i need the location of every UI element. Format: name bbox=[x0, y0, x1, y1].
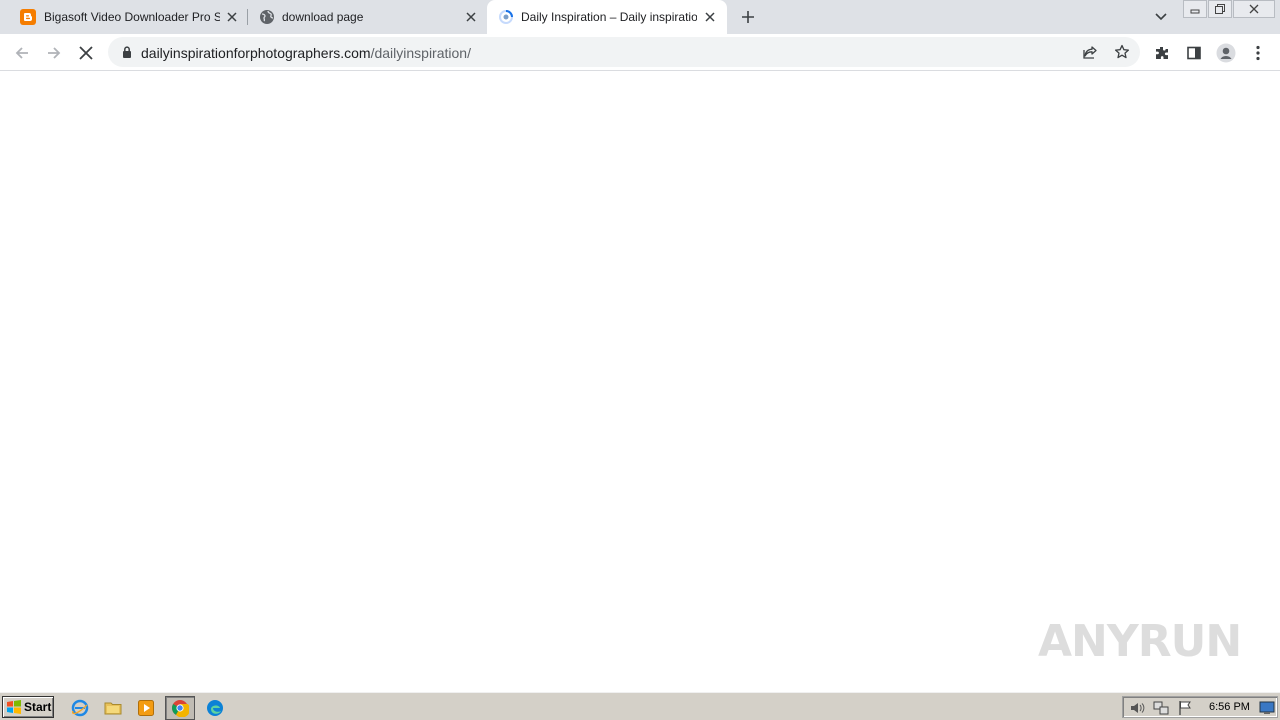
lock-icon[interactable] bbox=[120, 45, 134, 59]
chrome-taskbar-button[interactable] bbox=[165, 696, 195, 720]
tab-download-page[interactable]: download page bbox=[248, 0, 484, 34]
show-desktop-icon[interactable] bbox=[1259, 700, 1275, 716]
loading-icon bbox=[498, 9, 514, 25]
bookmark-star-icon[interactable] bbox=[1113, 43, 1131, 61]
close-icon[interactable] bbox=[702, 9, 718, 25]
new-tab-button[interactable] bbox=[738, 7, 758, 27]
stop-loading-button[interactable] bbox=[74, 41, 98, 65]
share-icon[interactable] bbox=[1081, 43, 1099, 61]
edge-icon[interactable] bbox=[204, 697, 226, 719]
start-label: Start bbox=[24, 700, 52, 714]
tab-title: Bigasoft Video Downloader Pro Serial bbox=[44, 10, 220, 24]
tab-bigasoft[interactable]: Bigasoft Video Downloader Pro Serial bbox=[8, 0, 244, 34]
page-content bbox=[0, 72, 1280, 692]
tab-strip: Bigasoft Video Downloader Pro Serial dow… bbox=[0, 0, 1280, 34]
internet-explorer-icon[interactable] bbox=[69, 697, 91, 719]
windows-flag-icon bbox=[7, 700, 21, 714]
clock[interactable]: 6:56 PM bbox=[1209, 701, 1250, 713]
anyrun-watermark: ANY RUN bbox=[1038, 610, 1242, 672]
browser-toolbar: dailyinspirationforphotographers.com/dai… bbox=[0, 34, 1280, 71]
url-path: /dailyinspiration/ bbox=[370, 45, 471, 61]
profile-avatar-icon[interactable] bbox=[1214, 41, 1238, 65]
network-icon[interactable] bbox=[1153, 700, 1169, 716]
system-tray: 6:56 PM bbox=[1122, 696, 1278, 718]
watermark-right-text: RUN bbox=[1137, 615, 1242, 667]
tab-title: Daily Inspiration – Daily inspiration bbox=[521, 10, 697, 24]
menu-kebab-icon[interactable] bbox=[1246, 41, 1270, 65]
volume-icon[interactable] bbox=[1129, 700, 1145, 716]
blogger-icon bbox=[20, 9, 36, 25]
watermark-left-text: ANY bbox=[1038, 615, 1139, 667]
start-button[interactable]: Start bbox=[2, 696, 54, 718]
extensions-icon[interactable] bbox=[1150, 41, 1174, 65]
forward-button[interactable] bbox=[42, 41, 66, 65]
address-bar[interactable]: dailyinspirationforphotographers.com/dai… bbox=[108, 37, 1140, 67]
tab-daily-inspiration[interactable]: Daily Inspiration – Daily inspiration bbox=[487, 0, 727, 34]
close-icon[interactable] bbox=[463, 9, 479, 25]
restore-button[interactable] bbox=[1208, 0, 1232, 18]
close-icon[interactable] bbox=[224, 9, 240, 25]
tab-search-button[interactable] bbox=[1152, 8, 1170, 26]
globe-icon bbox=[259, 9, 275, 25]
taskbar: Start 6:56 PM bbox=[0, 692, 1280, 720]
chrome-icon bbox=[172, 700, 189, 717]
action-center-flag-icon[interactable] bbox=[1177, 700, 1193, 716]
url-domain: dailyinspirationforphotographers.com bbox=[141, 45, 371, 61]
media-player-icon[interactable] bbox=[135, 697, 157, 719]
side-panel-icon[interactable] bbox=[1182, 41, 1206, 65]
url-text[interactable]: dailyinspirationforphotographers.com/dai… bbox=[141, 45, 471, 61]
back-button[interactable] bbox=[10, 41, 34, 65]
close-window-button[interactable] bbox=[1233, 0, 1275, 18]
file-explorer-icon[interactable] bbox=[102, 697, 124, 719]
minimize-button[interactable] bbox=[1183, 0, 1207, 18]
tab-title: download page bbox=[282, 10, 364, 24]
